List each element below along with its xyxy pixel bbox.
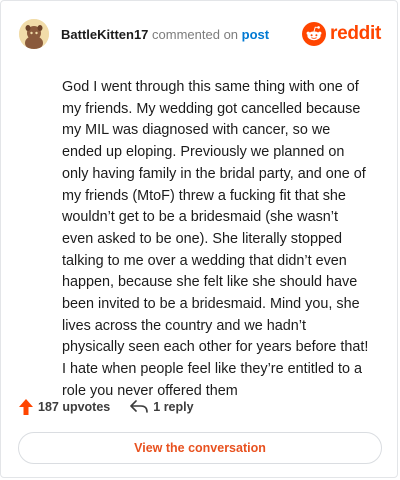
commented-on-text: commented on (152, 26, 239, 42)
reply-button[interactable]: 1 reply (130, 400, 194, 414)
snoo-avatar-icon (19, 19, 49, 49)
reply-arrow-icon (130, 400, 149, 413)
reddit-brand[interactable]: reddit (302, 22, 381, 46)
upvote-arrow-icon (19, 399, 33, 415)
embedded-comment-card: BattleKitten17 commented on post reddit … (0, 0, 398, 478)
comment-actions: 187 upvotes 1 reply (19, 399, 194, 415)
post-link[interactable]: post (242, 27, 269, 42)
upvote-count: 187 upvotes (38, 400, 111, 414)
reply-count: 1 reply (153, 400, 194, 414)
comment-meta: BattleKitten17 commented on post (61, 27, 269, 42)
comment-header: BattleKitten17 commented on post reddit (19, 19, 381, 49)
user-avatar[interactable] (19, 19, 49, 49)
comment-body: God I went through this same thing with … (62, 79, 369, 399)
reddit-logo-icon (302, 22, 327, 46)
reddit-wordmark: reddit (330, 23, 381, 44)
username-link[interactable]: BattleKitten17 (61, 27, 148, 42)
view-conversation-button[interactable]: View the conversation (18, 432, 382, 464)
upvote-button[interactable]: 187 upvotes (19, 399, 110, 415)
